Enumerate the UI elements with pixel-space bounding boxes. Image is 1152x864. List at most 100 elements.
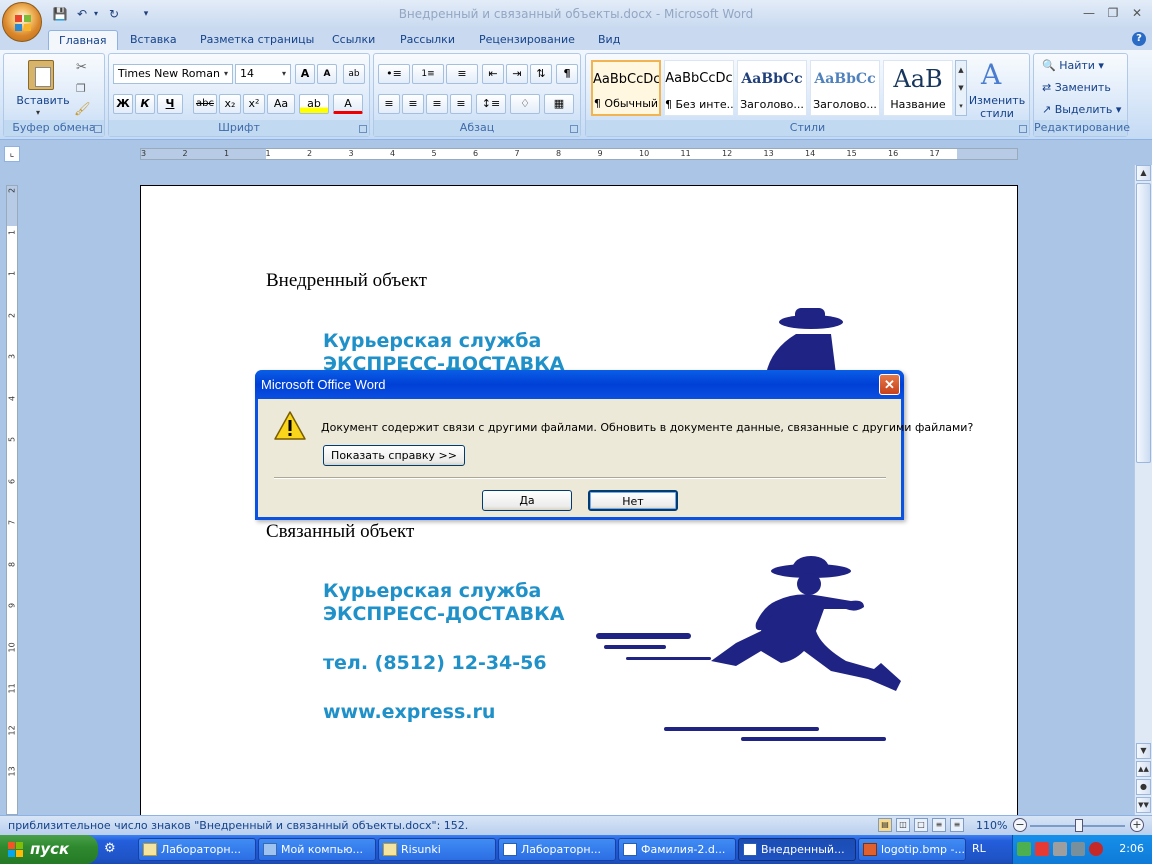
draft-icon[interactable]: ≡ — [950, 818, 964, 832]
tray-icon[interactable] — [1017, 842, 1031, 856]
line-spacing-icon[interactable]: ↕≡ — [476, 94, 506, 114]
clear-format-icon[interactable]: ab — [343, 64, 365, 84]
clipboard-launcher-icon[interactable] — [94, 125, 102, 133]
close-button[interactable]: ✕ — [1126, 4, 1148, 22]
scroll-down-icon[interactable]: ▼ — [1136, 743, 1151, 759]
task-risunki[interactable]: Risunki — [378, 838, 496, 861]
find-button[interactable]: 🔍 Найти ▾ — [1042, 56, 1104, 76]
tab-selector-icon[interactable]: ⌞ — [4, 146, 20, 162]
task-lab-1[interactable]: Лабораторн... — [138, 838, 256, 861]
cut-icon[interactable]: ✂ — [76, 60, 87, 75]
align-right-icon[interactable]: ≡ — [426, 94, 448, 114]
tray-icon[interactable] — [1035, 842, 1049, 856]
scroll-up-icon[interactable]: ▲ — [1136, 165, 1151, 181]
web-layout-icon[interactable]: □ — [914, 818, 928, 832]
office-button[interactable] — [2, 2, 42, 42]
justify-icon[interactable]: ≡ — [450, 94, 472, 114]
multilevel-list-icon[interactable]: ≡ — [446, 64, 478, 84]
style-normal[interactable]: AaBbCcDc ¶ Обычный — [591, 60, 661, 116]
style-title[interactable]: AaB Название — [883, 60, 953, 116]
decrease-indent-icon[interactable]: ⇤ — [482, 64, 504, 84]
zoom-out-icon[interactable]: − — [1013, 818, 1027, 832]
tray-icon[interactable] — [1071, 842, 1085, 856]
quicklaunch-icon[interactable]: ⚙ — [104, 841, 122, 859]
paragraph-launcher-icon[interactable] — [570, 125, 578, 133]
security-icon[interactable] — [1089, 842, 1103, 856]
clock[interactable]: 2:06 — [1119, 842, 1144, 855]
font-launcher-icon[interactable] — [359, 125, 367, 133]
numbering-icon[interactable]: 1≡ — [412, 64, 444, 84]
bullets-icon[interactable]: •≡ — [378, 64, 410, 84]
zoom-slider-thumb[interactable] — [1075, 819, 1083, 832]
tab-home[interactable]: Главная — [48, 30, 118, 50]
browse-object-icon[interactable]: ● — [1136, 779, 1151, 795]
tab-view[interactable]: Вид — [588, 30, 630, 50]
sort-icon[interactable]: ⇅ — [530, 64, 552, 84]
change-styles-button[interactable]: Изменить стили — [966, 94, 1028, 120]
horizontal-ruler[interactable]: 3 2 1 1 2 3 4 5 6 7 8 9 10 11 12 13 14 15 16 17 — [140, 148, 1018, 160]
tab-page-layout[interactable]: Разметка страницы — [190, 30, 324, 50]
strikethrough-button[interactable]: abc — [193, 94, 217, 114]
highlight-icon[interactable]: ab — [299, 94, 329, 114]
vertical-ruler[interactable]: 2 1 1 2 3 4 5 6 7 8 9 10 11 12 13 — [6, 185, 18, 815]
task-familiya[interactable]: Фамилия-2.d... — [618, 838, 736, 861]
minimize-button[interactable]: — — [1078, 4, 1100, 22]
select-button[interactable]: ↗ Выделить ▾ — [1042, 100, 1121, 120]
vertical-scrollbar[interactable]: ▲ ▼ ▲▲ ● ▼▼ — [1134, 165, 1152, 815]
paste-button[interactable]: Вставить — [8, 94, 78, 107]
yes-button[interactable]: Да — [482, 490, 572, 511]
print-layout-icon[interactable]: ▤ — [878, 818, 892, 832]
next-page-icon[interactable]: ▼▼ — [1136, 797, 1151, 813]
change-case-button[interactable]: Aa — [267, 94, 295, 114]
borders-icon[interactable]: ▦ — [544, 94, 574, 114]
language-indicator[interactable]: RL — [972, 842, 986, 855]
paste-icon[interactable] — [28, 60, 54, 90]
zoom-level[interactable]: 110% — [976, 819, 1007, 832]
style-no-spacing[interactable]: AaBbCcDc ¶ Без инте... — [664, 60, 734, 116]
show-marks-button[interactable]: ¶ — [556, 64, 578, 84]
format-painter-icon[interactable]: 🖌 — [74, 102, 91, 117]
dialog-close-button[interactable]: ✕ — [879, 374, 900, 395]
tray-icon[interactable] — [1053, 842, 1067, 856]
align-left-icon[interactable]: ≡ — [378, 94, 400, 114]
tab-insert[interactable]: Вставка — [120, 30, 187, 50]
help-icon[interactable]: ? — [1132, 32, 1146, 46]
restore-button[interactable]: ❐ — [1102, 4, 1124, 22]
style-heading-2[interactable]: AaBbCc Заголово... — [810, 60, 880, 116]
shrink-font-button[interactable]: A — [317, 64, 337, 84]
font-size-select[interactable]: 14 ▾ — [235, 64, 291, 84]
show-help-button[interactable]: Показать справку >> — [323, 445, 465, 466]
zoom-in-icon[interactable]: + — [1130, 818, 1144, 832]
tab-references[interactable]: Ссылки — [322, 30, 385, 50]
copy-icon[interactable]: ❐ — [76, 82, 86, 95]
tab-mailings[interactable]: Рассылки — [390, 30, 465, 50]
font-name-select[interactable]: Times New Roman ▾ — [113, 64, 233, 84]
task-logotip[interactable]: logotip.bmp -... — [858, 838, 966, 861]
italic-button[interactable]: К — [135, 94, 155, 114]
word-count-status[interactable]: приблизительное число знаков "Внедренный… — [8, 819, 468, 832]
increase-indent-icon[interactable]: ⇥ — [506, 64, 528, 84]
task-embedded-doc[interactable]: Внедренный... — [738, 838, 856, 861]
style-heading-1[interactable]: AaBbCc Заголово... — [737, 60, 807, 116]
task-my-computer[interactable]: Мой компью... — [258, 838, 376, 861]
styles-launcher-icon[interactable] — [1019, 125, 1027, 133]
tab-review[interactable]: Рецензирование — [469, 30, 585, 50]
underline-button[interactable]: Ч — [157, 94, 183, 114]
shading-icon[interactable]: ♢ — [510, 94, 540, 114]
bold-button[interactable]: Ж — [113, 94, 133, 114]
font-color-icon[interactable]: A — [333, 94, 363, 114]
no-button[interactable]: Нет — [588, 490, 678, 511]
subscript-button[interactable]: x₂ — [219, 94, 241, 114]
full-reading-icon[interactable]: ◫ — [896, 818, 910, 832]
replace-button[interactable]: ⇄ Заменить — [1042, 78, 1111, 98]
grow-font-button[interactable]: A — [295, 64, 315, 84]
align-center-icon[interactable]: ≡ — [402, 94, 424, 114]
superscript-button[interactable]: x² — [243, 94, 265, 114]
paste-dropdown-icon[interactable]: ▾ — [36, 108, 40, 117]
prev-page-icon[interactable]: ▲▲ — [1136, 761, 1151, 777]
task-lab-2[interactable]: Лабораторн... — [498, 838, 616, 861]
start-button[interactable]: пуск — [0, 835, 98, 864]
outline-icon[interactable]: ≡ — [932, 818, 946, 832]
ruler-tick-label: 5 — [7, 436, 17, 443]
scroll-thumb[interactable] — [1136, 183, 1151, 463]
